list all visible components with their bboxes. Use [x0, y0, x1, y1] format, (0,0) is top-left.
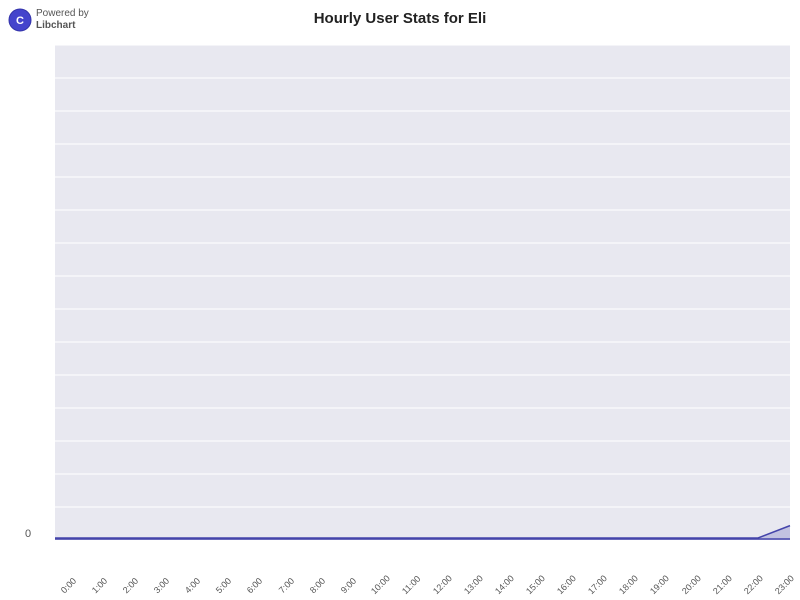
x-axis-label: 13:00: [462, 575, 483, 596]
x-axis-label: 1:00: [89, 575, 110, 596]
x-axis-label: 4:00: [182, 575, 203, 596]
x-axis-label: 21:00: [711, 575, 732, 596]
x-axis-label: 20:00: [679, 575, 700, 596]
x-axis-label: 22:00: [742, 575, 763, 596]
x-axis-labels: 0:001:002:003:004:005:006:007:008:009:00…: [55, 582, 790, 592]
libchart-logo-icon: C: [8, 8, 32, 32]
powered-by-badge: C Powered by Libchart: [8, 8, 89, 32]
x-axis-label: 12:00: [431, 575, 452, 596]
chart-background: [55, 45, 790, 540]
powered-by-label: Powered by: [36, 8, 89, 20]
x-axis-label: 2:00: [120, 575, 141, 596]
x-axis-label: 11:00: [400, 575, 421, 596]
svg-text:C: C: [16, 15, 24, 27]
x-axis-label: 14:00: [493, 575, 514, 596]
x-axis-label: 19:00: [648, 575, 669, 596]
x-axis-label: 17:00: [586, 575, 607, 596]
x-axis-label: 15:00: [524, 575, 545, 596]
chart-title: Hourly User Stats for Eli: [0, 0, 800, 27]
x-axis-label: 5:00: [213, 575, 234, 596]
chart-container: 0 0:001:002:003:004:005:006:007:008:009:…: [55, 45, 790, 540]
x-axis-label: 6:00: [244, 575, 265, 596]
x-axis-label: 8:00: [307, 575, 328, 596]
x-axis-label: 10:00: [369, 575, 390, 596]
x-axis-label: 16:00: [555, 575, 576, 596]
x-axis-label: 0:00: [58, 575, 79, 596]
chart-svg: [55, 45, 790, 540]
x-axis-label: 23:00: [773, 575, 794, 596]
y-axis-zero-label: 0: [25, 528, 31, 540]
x-axis-label: 9:00: [338, 575, 359, 596]
x-axis-label: 3:00: [151, 575, 172, 596]
x-axis-label: 7:00: [275, 575, 296, 596]
brand-name-label: Libchart: [36, 20, 89, 32]
chart-area: 0 0:001:002:003:004:005:006:007:008:009:…: [55, 45, 790, 540]
x-axis-label: 18:00: [617, 575, 638, 596]
